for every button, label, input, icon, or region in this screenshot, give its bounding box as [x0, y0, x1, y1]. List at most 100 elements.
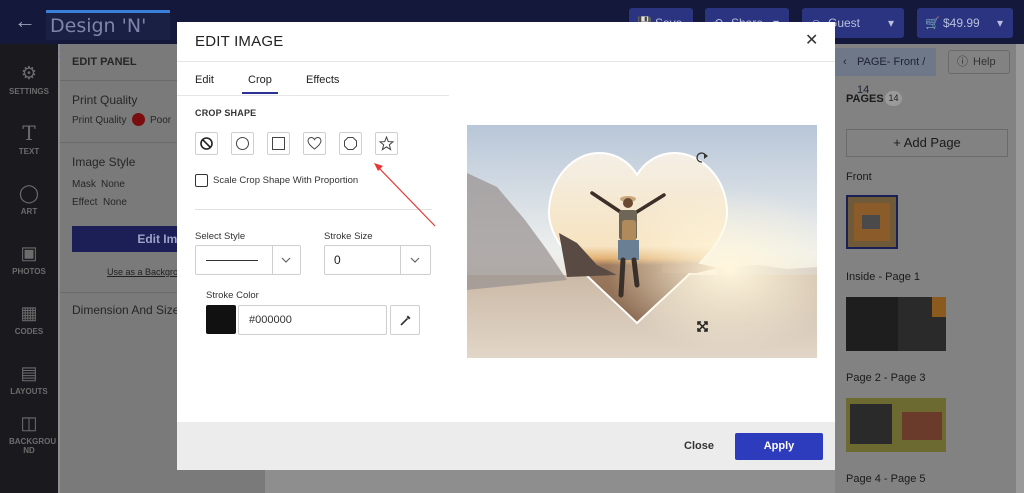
stroke-size-select[interactable]: 0 — [324, 245, 431, 275]
close-icon[interactable]: ✕ — [805, 32, 818, 50]
page-thumbnail[interactable] — [846, 297, 946, 351]
use-as-background-link[interactable]: Use as a Backgro — [107, 267, 178, 277]
divider — [195, 209, 432, 210]
scrollbar[interactable] — [1016, 44, 1024, 493]
add-page-button[interactable]: + Add Page — [846, 129, 1008, 157]
gear-icon: ⚙ — [20, 63, 38, 83]
sad-face-icon — [132, 113, 145, 126]
brand-logo[interactable]: Design 'N' Buy — [46, 10, 170, 63]
shape-heart-button[interactable] — [303, 132, 326, 155]
shape-none-button[interactable] — [195, 132, 218, 155]
octagon-shape-icon — [344, 137, 357, 150]
rail-label: LAYOUTS — [10, 387, 48, 396]
chevron-down-icon: ▾ — [887, 16, 894, 30]
text-icon: T — [22, 121, 36, 145]
tab-edit[interactable]: Edit — [195, 74, 214, 92]
cart-icon: 🛒 — [925, 16, 940, 30]
page-thumbnail[interactable] — [846, 195, 898, 249]
rail-item-settings[interactable]: ⚙ SETTINGS — [0, 62, 58, 96]
image-preview-pane — [449, 62, 835, 422]
rail-item-background[interactable]: ◫ BACKGROU ND — [0, 412, 58, 455]
select-separator — [272, 246, 273, 274]
chevron-down-icon — [410, 257, 420, 263]
stroke-style-sample — [206, 260, 258, 261]
square-shape-icon — [272, 137, 285, 150]
cart-price: $49.99 — [943, 16, 980, 30]
page-thumbnail[interactable] — [846, 398, 946, 452]
crop-shape-heading: CROP SHAPE — [195, 108, 257, 118]
help-button[interactable]: ⓘ Help — [948, 50, 1010, 74]
rail-item-text[interactable]: T TEXT — [0, 122, 58, 156]
rail-label: PHOTOS — [12, 267, 46, 276]
rail-item-art[interactable]: ◯ ART — [0, 182, 58, 216]
background-icon: ◫ — [20, 413, 38, 433]
shape-star-button[interactable] — [375, 132, 398, 155]
eyedropper-button[interactable] — [390, 305, 420, 335]
preview-photo — [467, 125, 817, 358]
stroke-color-input[interactable]: #000000 — [238, 305, 387, 335]
scale-proportion-label: Scale Crop Shape With Proportion — [213, 175, 359, 186]
mask-label: Mask — [72, 179, 96, 190]
thumbnail-art — [850, 404, 892, 444]
image-style-heading: Image Style — [72, 155, 136, 169]
page-selector-label: PAGE- Front / 14 — [857, 56, 926, 96]
tab-crop[interactable]: Crop — [242, 74, 278, 94]
dimension-heading[interactable]: Dimension And Size — [72, 303, 179, 317]
apply-button[interactable]: Apply — [735, 433, 823, 460]
chevron-left-icon: ‹ — [843, 56, 847, 68]
stroke-size-value: 0 — [334, 253, 341, 267]
help-label: Help — [973, 56, 996, 68]
thumbnail-art — [902, 412, 942, 440]
none-shape-icon — [200, 137, 213, 150]
page-selector[interactable]: ‹ PAGE- Front / 14 — [835, 48, 936, 96]
star-shape-icon — [379, 136, 394, 151]
plus-icon: + — [893, 135, 904, 150]
edit-image-button[interactable]: Edit Ima — [72, 226, 192, 252]
select-style-label: Select Style — [195, 231, 246, 242]
rail-item-codes[interactable]: ▦ CODES — [0, 302, 58, 336]
art-icon: ◯ — [18, 183, 40, 203]
page-label[interactable]: Front — [846, 171, 872, 183]
rail-label: ART — [20, 207, 38, 216]
back-arrow-icon[interactable]: ← — [14, 10, 36, 32]
modal-title: EDIT IMAGE — [195, 33, 284, 50]
stroke-color-swatch[interactable] — [206, 305, 236, 334]
qr-code-icon: ▦ — [20, 303, 38, 323]
add-page-label: Add Page — [903, 135, 961, 150]
scale-proportion-checkbox[interactable] — [195, 174, 208, 187]
shape-square-button[interactable] — [267, 132, 290, 155]
shape-circle-button[interactable] — [231, 132, 254, 155]
page-label[interactable]: Inside - Page 1 — [846, 271, 920, 283]
thumbnail-art — [862, 215, 880, 229]
pages-count-badge: 14 — [885, 91, 902, 106]
layouts-icon: ▤ — [20, 363, 38, 383]
help-icon: ⓘ — [957, 56, 968, 68]
shape-octagon-button[interactable] — [339, 132, 362, 155]
print-quality-value: Poor — [150, 115, 172, 126]
rail-label: SETTINGS — [8, 87, 49, 96]
mask-value: None — [101, 179, 125, 190]
tab-effects[interactable]: Effects — [306, 74, 339, 92]
close-button[interactable]: Close — [684, 440, 714, 452]
rail-item-layouts[interactable]: ▤ LAYOUTS — [0, 362, 58, 396]
cart-button[interactable]: 🛒 $49.99 ▾ — [917, 8, 1013, 38]
crop-preview[interactable] — [467, 125, 817, 358]
page-label[interactable]: Page 4 - Page 5 — [846, 473, 926, 485]
modal-footer: Close Apply — [177, 422, 835, 470]
modal-header: EDIT IMAGE ✕ — [177, 22, 835, 62]
page-label[interactable]: Page 2 - Page 3 — [846, 372, 926, 384]
tabs-divider — [177, 95, 449, 96]
print-quality-label: Print Quality — [72, 115, 127, 126]
stroke-style-select[interactable] — [195, 245, 301, 275]
pages-panel: ‹ PAGE- Front / 14 ⓘ Help PAGES 14 + Add… — [835, 44, 1016, 493]
rail-label: TEXT — [18, 147, 40, 156]
rail-item-photos[interactable]: ▣ PHOTOS — [0, 242, 58, 276]
stroke-size-label: Stroke Size — [324, 231, 373, 242]
effect-label: Effect — [72, 197, 98, 208]
photos-icon: ▣ — [20, 243, 38, 263]
rail-label: BACKGROU ND — [9, 437, 57, 455]
chevron-down-icon — [281, 257, 291, 263]
edit-image-modal: EDIT IMAGE ✕ Edit Crop Effects CROP SHAP… — [177, 22, 835, 470]
edit-panel-title: EDIT PANEL — [72, 56, 137, 68]
pages-title: PAGES — [846, 93, 884, 105]
